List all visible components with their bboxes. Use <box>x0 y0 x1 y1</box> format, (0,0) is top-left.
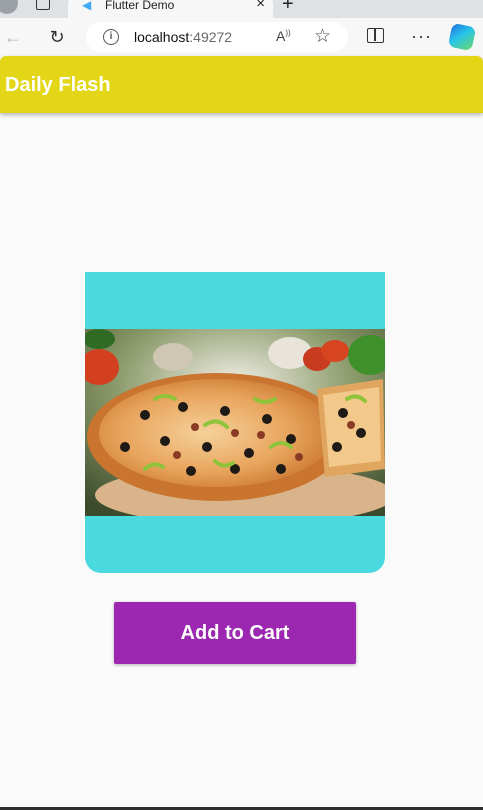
browser-toolbar: ← ↻ i localhost:49272 A)) ☆ ··· <box>0 18 483 56</box>
page-title: Daily Flash <box>5 74 111 96</box>
favorite-star-icon[interactable]: ☆ <box>314 25 331 48</box>
url-text[interactable]: localhost:49272 <box>134 30 232 44</box>
copilot-icon[interactable] <box>447 22 477 52</box>
back-icon[interactable]: ← <box>2 26 24 48</box>
add-to-cart-button[interactable]: Add to Cart <box>114 602 356 664</box>
tab-actions-icon[interactable] <box>36 0 50 10</box>
split-screen-icon[interactable] <box>367 28 384 43</box>
browser-tab-strip: ◀ Flutter Demo × + <box>0 0 483 18</box>
tab-title: Flutter Demo <box>105 0 175 12</box>
url-host: localhost <box>134 29 190 45</box>
product-card <box>85 272 385 573</box>
read-aloud-icon[interactable]: A)) <box>276 28 291 44</box>
pizza-image <box>85 329 385 516</box>
new-tab-icon[interactable]: + <box>282 0 294 14</box>
browser-tab[interactable]: ◀ Flutter Demo × <box>68 0 273 18</box>
flutter-favicon: ◀ <box>82 0 92 12</box>
address-bar[interactable]: i localhost:49272 A)) ☆ <box>86 22 348 52</box>
pizza-illustration <box>85 329 385 516</box>
close-icon[interactable]: × <box>256 0 265 11</box>
url-port: :49272 <box>189 29 233 45</box>
profile-icon[interactable] <box>0 0 18 14</box>
reload-icon[interactable]: ↻ <box>46 26 68 48</box>
app-bar: Daily Flash <box>0 56 483 113</box>
site-info-icon[interactable]: i <box>103 29 119 45</box>
more-icon[interactable]: ··· <box>411 26 432 47</box>
